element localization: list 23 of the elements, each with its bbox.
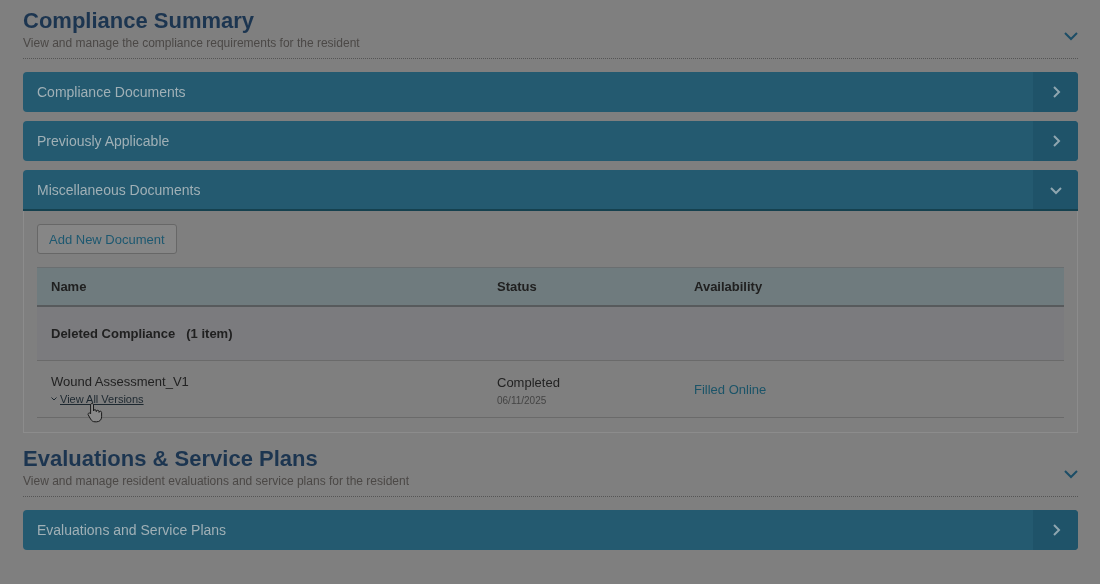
hand-cursor-icon <box>87 401 103 423</box>
section-title: Compliance Summary <box>23 7 256 35</box>
chevron-icon <box>51 396 57 401</box>
availability-link[interactable]: Filled Online <box>694 381 1064 397</box>
status-date: 06/11/2025 <box>497 395 548 406</box>
add-document-button[interactable]: Add New Document <box>37 224 177 254</box>
group-label: Deleted Compliance <box>51 326 176 341</box>
group-count: (1 item) <box>186 326 233 341</box>
column-header: Status <box>497 279 538 294</box>
column-header: Name <box>50 279 88 294</box>
accordion-header[interactable]: Evaluations and Service Plans <box>23 510 1078 550</box>
document-name: Wound Assessment_V1 <box>51 373 190 389</box>
accordion-header[interactable]: Miscellaneous Documents <box>23 170 1078 211</box>
chevron-icon[interactable] <box>1064 31 1078 41</box>
view-versions-link[interactable]: View All Versions <box>51 392 144 405</box>
column-header: Availability <box>694 279 764 294</box>
section-subtitle: View and manage resident evaluations and service plans for the resident <box>23 473 410 489</box>
accordion-header[interactable]: Previously Applicable <box>23 121 1078 161</box>
accordion-header[interactable]: Compliance Documents <box>23 72 1078 112</box>
status-text: Completed <box>497 375 561 390</box>
chevron-icon[interactable] <box>1064 469 1078 479</box>
section-title: Evaluations & Service Plans <box>23 445 319 473</box>
section-subtitle: View and manage the compliance requirements for the resident <box>23 35 361 51</box>
